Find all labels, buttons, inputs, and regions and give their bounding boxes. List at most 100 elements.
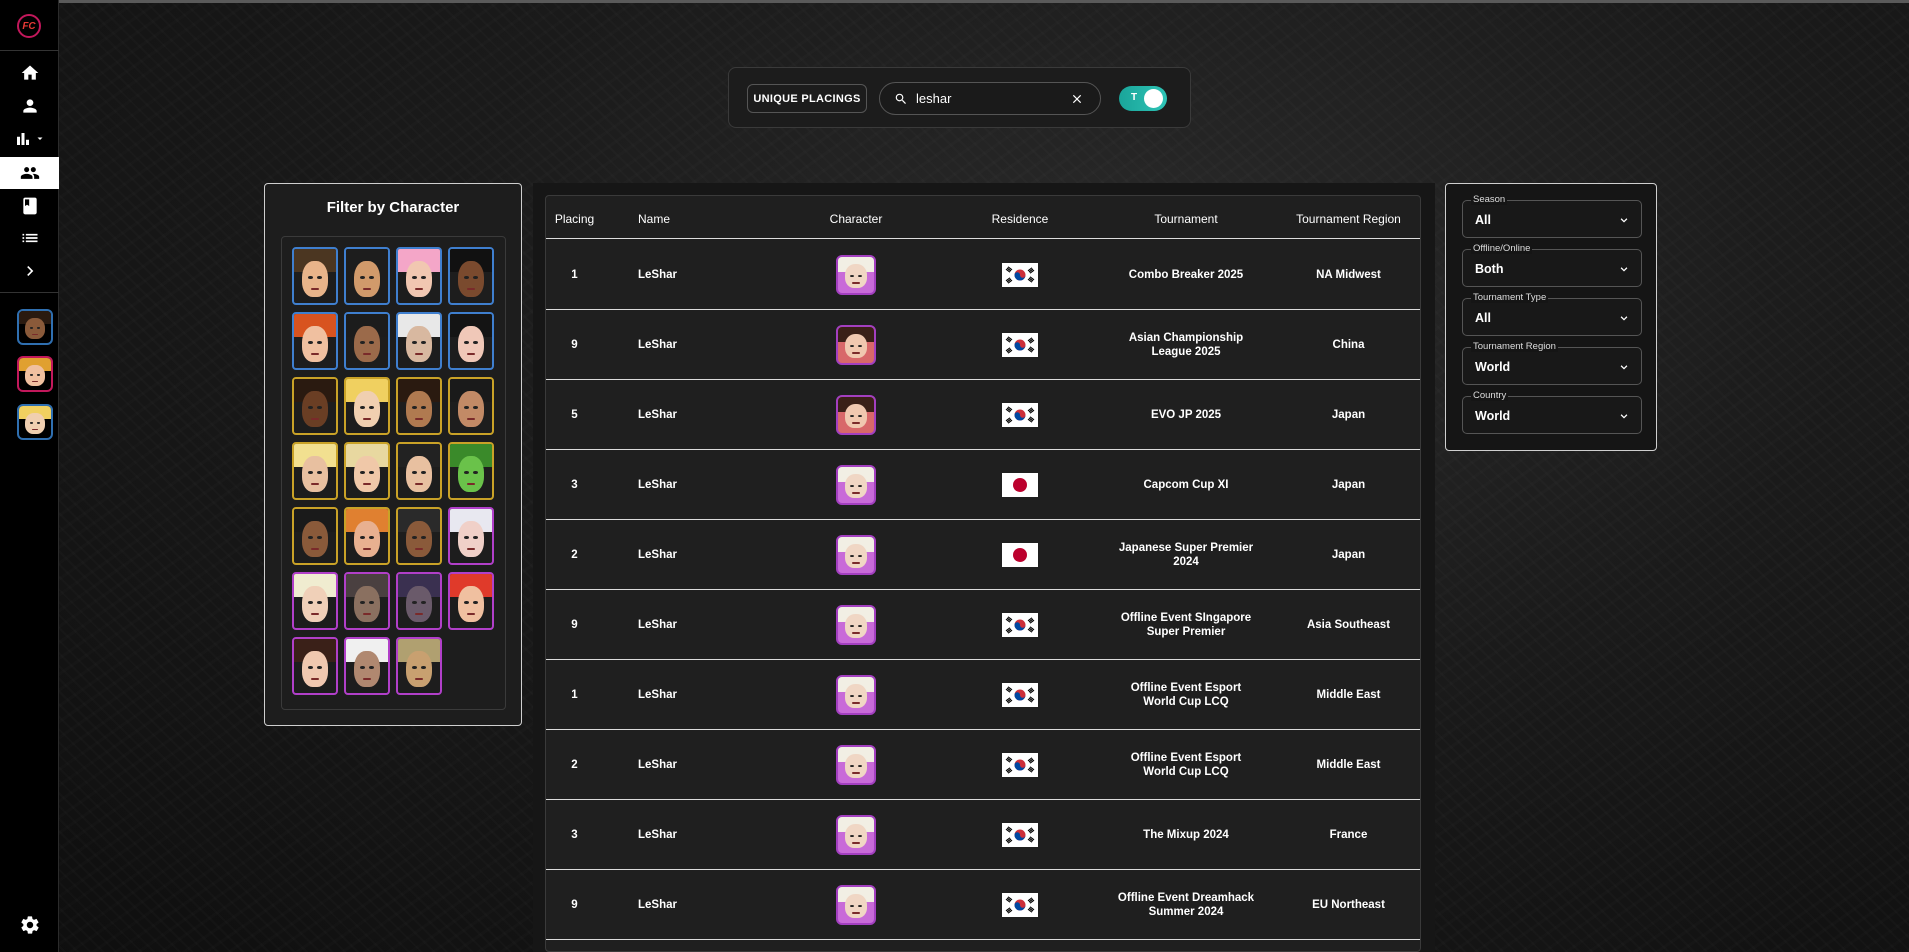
clear-icon[interactable] [1070,92,1084,106]
sidebar-item-profile[interactable] [0,90,59,122]
header-placing[interactable]: Placing [546,212,603,226]
select-label: Offline/Online [1471,243,1533,254]
favorite-character-2[interactable] [17,356,53,392]
character-tile[interactable] [292,637,338,695]
character-portrait [19,311,51,343]
cell-tournament[interactable]: Offline Event Esport World Cup LCQ [1116,681,1256,709]
cell-tournament[interactable]: EVO JP 2025 [1116,408,1256,422]
table-row[interactable]: 2 LeShar Japanese Super Premier 2024 Japan [546,520,1420,590]
table-row[interactable]: 9 LeShar Offline Event SIngapore Super Pre… [546,590,1420,660]
character-tile[interactable] [396,377,442,435]
cell-name[interactable]: LeShar [638,828,698,842]
cell-character[interactable] [836,604,876,645]
cell-name[interactable]: LeShar [638,548,698,562]
character-tile[interactable] [292,312,338,370]
settings-gear-icon[interactable] [19,914,41,936]
character-portrait [346,314,388,368]
cell-tournament[interactable]: Japanese Super Premier 2024 [1116,541,1256,569]
sidebar-item-players[interactable] [0,157,59,189]
character-tile[interactable] [292,572,338,630]
sidebar-item-list[interactable] [0,222,59,254]
character-tile[interactable] [344,442,390,500]
character-tile[interactable] [292,442,338,500]
cell-character[interactable] [836,254,876,295]
character-tile[interactable] [448,247,494,305]
cell-tournament[interactable]: Capcom Cup XI [1116,478,1256,492]
character-tile[interactable] [344,507,390,565]
cell-name[interactable]: LeShar [638,478,698,492]
cell-character[interactable] [836,814,876,855]
character-tile[interactable] [396,247,442,305]
cell-tournament[interactable]: Offline Event SIngapore Super Premier [1116,611,1256,639]
character-tile[interactable] [396,637,442,695]
character-tile[interactable] [448,312,494,370]
table-row[interactable]: 5 LeShar EVO JP 2025 Japan [546,380,1420,450]
cell-character[interactable] [836,324,876,365]
cell-character[interactable] [836,744,876,785]
cell-name[interactable]: LeShar [638,688,698,702]
cell-character[interactable] [836,674,876,715]
filter-select[interactable]: Offline/Online Both [1462,243,1642,287]
filter-select[interactable]: Country World [1462,390,1642,434]
character-tile[interactable] [292,507,338,565]
player-search-box[interactable] [879,82,1101,115]
sidebar-item-book[interactable] [0,190,59,222]
character-tile[interactable] [292,377,338,435]
header-character[interactable]: Character [806,212,906,226]
character-tile[interactable] [344,637,390,695]
character-tile[interactable] [448,377,494,435]
unique-placings-button[interactable]: UNIQUE PLACINGS [747,84,867,113]
character-tile[interactable] [396,442,442,500]
cell-name[interactable]: LeShar [638,338,698,352]
filter-select[interactable]: Tournament Region World [1462,341,1642,385]
favorite-character-1[interactable] [17,309,53,345]
cell-name[interactable]: LeShar [638,758,698,772]
cell-name[interactable]: LeShar [638,618,698,632]
cell-tournament[interactable]: Offline Event Esport World Cup LCQ [1116,751,1256,779]
cell-character[interactable] [836,884,876,925]
header-tournament-region[interactable]: Tournament Region [1281,212,1416,226]
character-tile[interactable] [396,312,442,370]
cell-character[interactable] [836,394,876,435]
cell-name[interactable]: LeShar [638,898,698,912]
sidebar-item-stats[interactable] [0,123,59,155]
table-row[interactable]: 3 LeShar The Mixup 2024 France [546,800,1420,870]
character-tile[interactable] [344,572,390,630]
character-tile[interactable] [292,247,338,305]
filter-select[interactable]: Season All [1462,194,1642,238]
character-tile[interactable] [344,247,390,305]
cell-tournament[interactable]: The Mixup 2024 [1116,828,1256,842]
cell-name[interactable]: LeShar [638,268,698,282]
character-tile[interactable] [344,312,390,370]
table-row[interactable]: 1 LeShar Offline Event Esport World Cup LC… [546,660,1420,730]
table-row[interactable]: 3 LeShar Capcom Cup XI Japan [546,450,1420,520]
table-row[interactable]: 1 LeShar Combo Breaker 2025 NA Midwest [546,240,1420,310]
table-row[interactable]: 2 LeShar Offline Event Esport World Cup LC… [546,730,1420,800]
search-input[interactable] [916,91,1070,106]
character-tile[interactable] [396,507,442,565]
table-row[interactable]: 9 LeShar Asian Championship League 2025 Chi… [546,310,1420,380]
app-logo[interactable]: FC [17,14,41,38]
cell-character[interactable] [836,464,876,505]
sidebar-item-home[interactable] [0,57,59,89]
character-tile[interactable] [448,507,494,565]
favorite-character-3[interactable] [17,404,53,440]
sidebar-item-expand[interactable] [0,255,59,287]
cell-character[interactable] [836,534,876,575]
cell-name[interactable]: LeShar [638,408,698,422]
table-row[interactable]: 9 LeShar Offline Event Dreamhack Summer 20… [546,870,1420,940]
header-name[interactable]: Name [638,212,688,226]
character-tile[interactable] [448,442,494,500]
mode-toggle[interactable]: T [1119,86,1167,111]
filter-title: Filter by Character [326,199,460,216]
character-tile[interactable] [448,572,494,630]
header-tournament[interactable]: Tournament [1121,212,1251,226]
cell-tournament[interactable]: Combo Breaker 2025 [1116,268,1256,282]
character-tile[interactable] [344,377,390,435]
character-tile[interactable] [396,572,442,630]
header-residence[interactable]: Residence [970,212,1070,226]
cell-tournament[interactable]: Offline Event Dreamhack Summer 2024 [1116,891,1256,919]
character-portrait [19,358,51,390]
cell-tournament[interactable]: Asian Championship League 2025 [1116,331,1256,359]
filter-select[interactable]: Tournament Type All [1462,292,1642,336]
